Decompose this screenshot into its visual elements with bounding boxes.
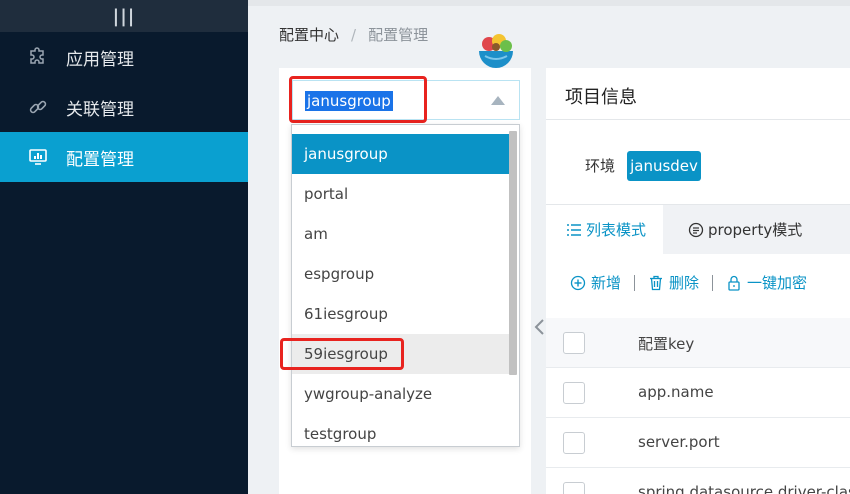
divider	[546, 119, 850, 120]
table-row[interactable]: spring.datasource.driver-class-na	[546, 468, 850, 494]
sidebar-item-config-management[interactable]: 配置管理	[0, 132, 248, 182]
row-checkbox[interactable]	[563, 382, 585, 404]
sidebar-item-label: 关联管理	[66, 99, 134, 120]
add-button[interactable]: 新增	[570, 272, 621, 293]
trash-icon	[648, 275, 664, 291]
breadcrumb: 配置中心 / 配置管理	[279, 24, 428, 45]
dropdown-option[interactable]: portal	[292, 174, 509, 214]
document-icon	[688, 222, 704, 238]
dropdown-option[interactable]: 61iesgroup	[292, 294, 509, 334]
sidebar-item-app-management[interactable]: 应用管理	[0, 32, 248, 82]
dropdown-scrollbar[interactable]	[509, 131, 517, 375]
top-bar	[248, 0, 850, 6]
add-label: 新增	[591, 274, 622, 292]
column-header-key: 配置key	[638, 335, 695, 353]
monitor-icon	[28, 147, 48, 167]
config-key-cell: app.name	[638, 383, 714, 401]
breadcrumb-current: 配置管理	[368, 26, 429, 44]
dropdown-option[interactable]: am	[292, 214, 509, 254]
lock-icon	[726, 275, 742, 291]
tab-label: property模式	[708, 221, 803, 239]
breadcrumb-root[interactable]: 配置中心	[279, 24, 339, 45]
breadcrumb-separator: /	[351, 25, 357, 44]
sidebar-collapse-button[interactable]: |||	[0, 0, 248, 32]
table-row[interactable]: app.name	[546, 368, 850, 418]
config-key-cell: spring.datasource.driver-class-na	[638, 483, 850, 494]
tab-list-mode[interactable]: 列表模式	[546, 205, 663, 254]
group-select-value[interactable]: janusgroup	[305, 91, 393, 111]
delete-button[interactable]: 删除	[648, 272, 699, 293]
link-icon	[28, 97, 48, 117]
group-select[interactable]: janusgroup	[292, 80, 520, 120]
sidebar-item-link-management[interactable]: 关联管理	[0, 82, 248, 132]
caret-up-icon[interactable]	[491, 96, 505, 105]
dropdown-option[interactable]: 59iesgroup	[292, 334, 509, 374]
env-label: 环境	[585, 157, 616, 175]
delete-label: 删除	[669, 274, 700, 292]
plus-circle-icon	[570, 275, 586, 291]
row-checkbox[interactable]	[563, 482, 585, 494]
toolbar-separator	[712, 274, 714, 291]
tab-label: 列表模式	[586, 221, 647, 239]
tab-property-mode[interactable]: property模式	[688, 205, 802, 254]
dropdown-option[interactable]: janusgroup	[292, 134, 509, 174]
dropdown-option[interactable]: espgroup	[292, 254, 509, 294]
sidebar-item-label: 配置管理	[66, 149, 134, 170]
toolbar-separator	[634, 274, 636, 291]
group-dropdown[interactable]: janusgroup portal am espgroup 61iesgroup…	[291, 124, 520, 447]
list-icon	[566, 223, 582, 237]
puzzle-icon	[28, 47, 48, 67]
dropdown-option[interactable]: testgroup	[292, 414, 509, 446]
table-row[interactable]: server.port	[546, 418, 850, 468]
sidebar-item-label: 应用管理	[66, 49, 134, 70]
select-all-checkbox[interactable]	[563, 332, 585, 354]
dropdown-option[interactable]: ywgroup-analyze	[292, 374, 509, 414]
encrypt-label: 一键加密	[747, 274, 808, 292]
table-toolbar: 新增 删除 一键加密	[570, 272, 807, 293]
config-key-cell: server.port	[638, 433, 720, 451]
encrypt-button[interactable]: 一键加密	[726, 272, 807, 293]
table-header-row: 配置key	[546, 318, 850, 368]
sidebar: ||| 应用管理 关联管理 配置管理	[0, 0, 248, 494]
row-checkbox[interactable]	[563, 432, 585, 454]
env-tag[interactable]: janusdev	[627, 151, 701, 181]
project-title: 项目信息	[565, 87, 637, 108]
chevron-left-icon[interactable]	[533, 318, 545, 341]
